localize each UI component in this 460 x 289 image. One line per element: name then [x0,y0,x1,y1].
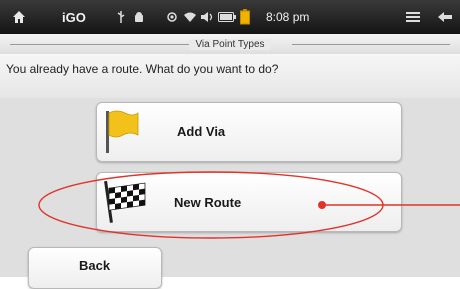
add-via-label: Add Via [177,124,226,139]
volume-icon [200,0,216,34]
new-route-label: New Route [174,195,242,210]
home-icon[interactable] [12,0,26,34]
status-bar: iGO 8:08 pm [0,0,460,34]
usb-icon [116,0,126,34]
title-divider-left [10,44,192,45]
battery-icon [218,0,236,34]
android-debug-icon [134,0,144,34]
page-title: Via Point Types [189,38,271,50]
add-via-button[interactable]: Add Via [96,102,402,162]
title-divider-right [292,44,450,45]
notification-battery-icon [240,0,250,34]
new-route-button[interactable]: New Route [96,172,402,232]
prompt-band: You already have a route. What do you wa… [0,54,460,98]
menu-icon[interactable] [406,0,420,34]
wifi-icon [183,0,197,34]
status-time: 8:08 pm [266,10,310,24]
title-bar: Via Point Types [0,34,460,54]
yellow-flag-icon [103,109,139,160]
prompt-text: You already have a route. What do you wa… [6,62,279,76]
back-button-label: Back [79,258,111,273]
app-name: iGO [62,9,86,25]
back-button[interactable]: Back [28,247,162,289]
main-content: You already have a route. What do you wa… [0,54,460,289]
checkered-flag-icon [103,179,149,230]
gps-icon [166,0,178,34]
back-arrow-icon[interactable] [436,0,454,34]
